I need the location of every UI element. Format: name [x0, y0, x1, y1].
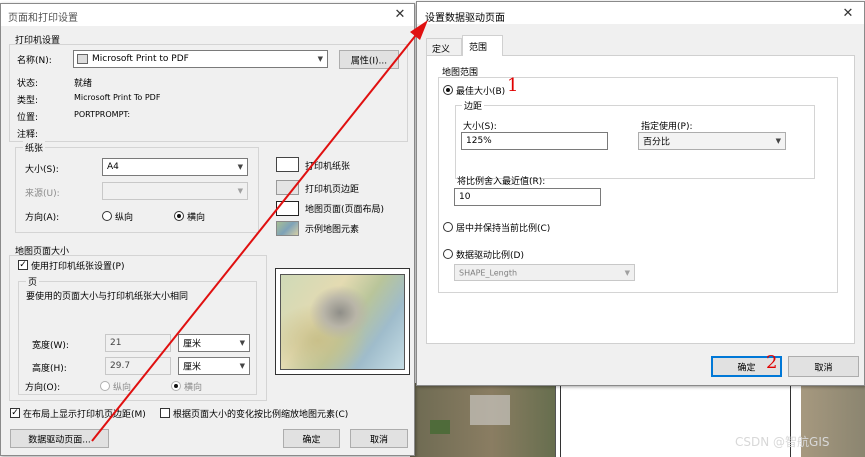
annotation-arrow: [91, 20, 428, 442]
annotation-arrow-head: [410, 20, 428, 40]
annotation-arrow-line: [91, 29, 421, 442]
tab-extent[interactable]: 范围: [462, 35, 503, 56]
